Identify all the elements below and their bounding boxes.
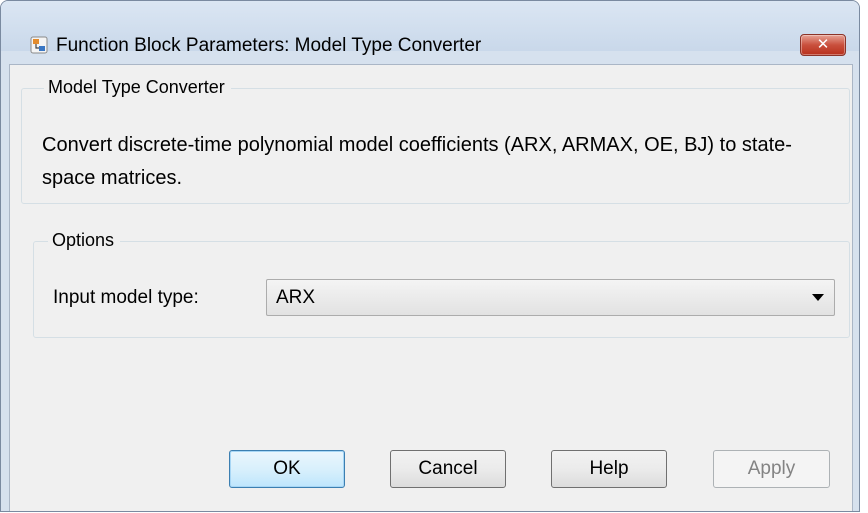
input-model-type-label: Input model type: [53,287,199,308]
window-title: Function Block Parameters: Model Type Co… [56,35,482,56]
input-model-type-value: ARX [276,287,316,308]
chevron-down-icon [812,294,824,301]
simulink-block-icon [30,36,48,54]
apply-button[interactable]: Apply [713,450,830,488]
help-button[interactable]: Help [551,450,667,488]
title-bar[interactable]: Function Block Parameters: Model Type Co… [1,1,859,56]
close-button[interactable]: ✕ [800,34,846,56]
close-icon: ✕ [816,35,830,53]
ok-button[interactable]: OK [229,450,345,488]
block-panel-title: Model Type Converter [44,76,231,98]
options-group-title: Options [48,229,121,251]
input-model-type-select[interactable]: ARX [266,279,835,316]
cancel-button[interactable]: Cancel [390,450,506,488]
block-description: Convert discrete-time polynomial model c… [42,134,792,189]
